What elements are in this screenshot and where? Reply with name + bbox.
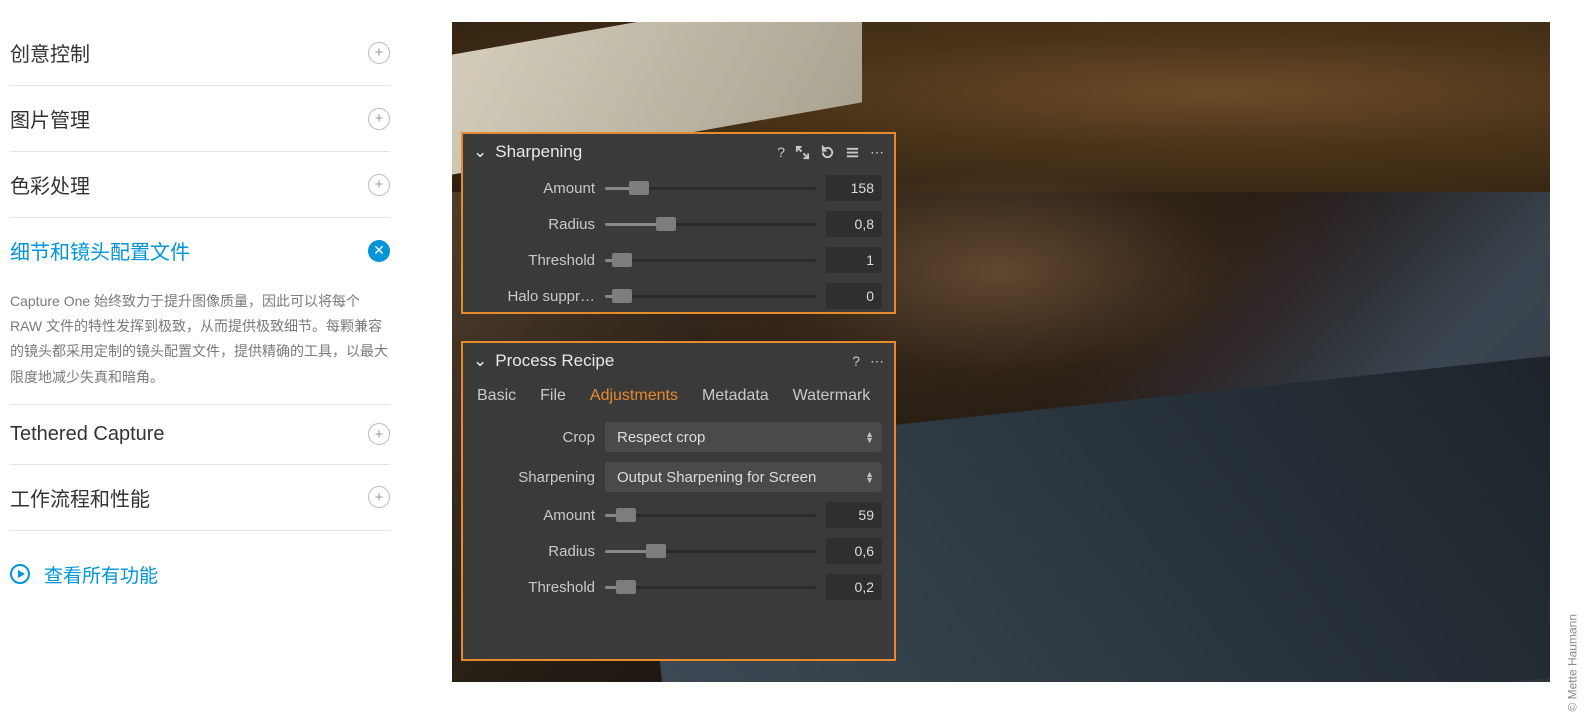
recipe-radius-label: Radius — [475, 543, 595, 560]
section-description: Capture One 始终致力于提升图像质量，因此可以将每个 RAW 文件的特… — [10, 283, 390, 405]
recipe-tabs: Basic File Adjustments Metadata Watermark — [463, 379, 894, 417]
sharpening-halosuppr-row: Halo suppr… 0 — [463, 278, 894, 314]
expand-icon[interactable]: + — [368, 423, 390, 445]
menu-lines-icon[interactable] — [845, 145, 860, 160]
sharpening-halosuppr-label: Halo suppr… — [475, 288, 595, 305]
recipe-threshold-slider[interactable] — [605, 577, 816, 597]
play-icon — [10, 564, 30, 584]
chevron-down-icon[interactable]: ⌄ — [473, 351, 487, 371]
view-all-label: 查看所有功能 — [44, 561, 158, 588]
recipe-threshold-row: Threshold 0,2 — [463, 569, 894, 605]
sharpening-amount-value[interactable]: 158 — [826, 175, 882, 201]
select-value: Respect crop — [617, 429, 705, 446]
sharpening-halosuppr-slider[interactable] — [605, 286, 816, 306]
select-value: Output Sharpening for Screen — [617, 469, 816, 486]
expand-icon[interactable]: + — [368, 42, 390, 64]
sidebar-item-label: 创意控制 — [10, 38, 90, 67]
recipe-threshold-value[interactable]: 0,2 — [826, 574, 882, 600]
sidebar-item-label: 图片管理 — [10, 104, 90, 133]
select-crop-row: Crop Respect crop ▲▼ — [463, 417, 894, 457]
chevron-down-icon[interactable]: ⌄ — [473, 142, 487, 162]
tab-adjustments[interactable]: Adjustments — [590, 387, 678, 405]
sidebar-item-creative[interactable]: 创意控制 + — [10, 20, 390, 86]
tab-watermark[interactable]: Watermark — [793, 387, 871, 405]
sharpening-halosuppr-value[interactable]: 0 — [826, 283, 882, 309]
select-sharpening[interactable]: Output Sharpening for Screen ▲▼ — [605, 462, 882, 492]
sharpening-threshold-slider[interactable] — [605, 250, 816, 270]
sharpening-panel: ⌄ Sharpening ? ⋯ Amount 158 Radius 0,8 T… — [461, 132, 896, 314]
sidebar-item-label: 色彩处理 — [10, 170, 90, 199]
select-crop[interactable]: Respect crop ▲▼ — [605, 422, 882, 452]
help-icon[interactable]: ? — [852, 353, 860, 369]
select-sharpening-row: Sharpening Output Sharpening for Screen … — [463, 457, 894, 497]
recipe-amount-slider[interactable] — [605, 505, 816, 525]
sidebar-item-label: Tethered Capture — [10, 423, 165, 446]
recipe-amount-value[interactable]: 59 — [826, 502, 882, 528]
sharpening-radius-slider[interactable] — [605, 214, 816, 234]
close-icon[interactable]: ✕ — [368, 240, 390, 262]
recipe-threshold-label: Threshold — [475, 579, 595, 596]
sharpening-threshold-label: Threshold — [475, 252, 595, 269]
expand-arrows-icon[interactable] — [795, 145, 810, 160]
select-label: Sharpening — [475, 469, 595, 486]
sidebar: 创意控制 + 图片管理 + 色彩处理 + 细节和镜头配置文件 ✕ Capture… — [0, 0, 400, 588]
sharpening-threshold-value[interactable]: 1 — [826, 247, 882, 273]
recipe-amount-label: Amount — [475, 507, 595, 524]
sharpening-threshold-row: Threshold 1 — [463, 242, 894, 278]
expand-icon[interactable]: + — [368, 108, 390, 130]
photo-credit: © Mette Haumann — [1566, 614, 1580, 712]
sidebar-item-detail-lens[interactable]: 细节和镜头配置文件 ✕ — [10, 218, 390, 283]
recipe-amount-row: Amount 59 — [463, 497, 894, 533]
sidebar-item-image-mgmt[interactable]: 图片管理 + — [10, 86, 390, 152]
sidebar-item-label: 细节和镜头配置文件 — [10, 236, 190, 265]
tab-file[interactable]: File — [540, 387, 566, 405]
sidebar-item-workflow[interactable]: 工作流程和性能 + — [10, 465, 390, 531]
panel-title: Sharpening — [495, 142, 582, 162]
sharpening-radius-value[interactable]: 0,8 — [826, 211, 882, 237]
select-label: Crop — [475, 429, 595, 446]
stepper-icon: ▲▼ — [865, 471, 874, 483]
sidebar-item-label: 工作流程和性能 — [10, 483, 150, 512]
sharpening-amount-label: Amount — [475, 180, 595, 197]
help-icon[interactable]: ? — [777, 144, 785, 160]
dots-icon[interactable]: ⋯ — [870, 353, 884, 370]
process-recipe-panel: ⌄ Process Recipe ? ⋯ Basic File Adjustment… — [461, 341, 896, 661]
recipe-radius-value[interactable]: 0,6 — [826, 538, 882, 564]
tab-metadata[interactable]: Metadata — [702, 387, 769, 405]
sharpening-radius-row: Radius 0,8 — [463, 206, 894, 242]
sharpening-amount-slider[interactable] — [605, 178, 816, 198]
recipe-radius-row: Radius 0,6 — [463, 533, 894, 569]
panel-toolbar: ? ⋯ — [777, 144, 884, 161]
stepper-icon: ▲▼ — [865, 431, 874, 443]
expand-icon[interactable]: + — [368, 486, 390, 508]
sharpening-radius-label: Radius — [475, 216, 595, 233]
reset-icon[interactable] — [820, 145, 835, 160]
expand-icon[interactable]: + — [368, 174, 390, 196]
view-all-link[interactable]: 查看所有功能 — [10, 561, 390, 588]
sidebar-item-tethered[interactable]: Tethered Capture + — [10, 405, 390, 465]
tab-basic[interactable]: Basic — [477, 387, 516, 405]
sharpening-amount-row: Amount 158 — [463, 170, 894, 206]
panel-header: ⌄ Process Recipe ? ⋯ — [463, 343, 894, 379]
sidebar-item-color[interactable]: 色彩处理 + — [10, 152, 390, 218]
recipe-radius-slider[interactable] — [605, 541, 816, 561]
panel-toolbar: ? ⋯ — [852, 353, 884, 370]
panel-header: ⌄ Sharpening ? ⋯ — [463, 134, 894, 170]
dots-icon[interactable]: ⋯ — [870, 144, 884, 161]
panel-title: Process Recipe — [495, 351, 614, 371]
